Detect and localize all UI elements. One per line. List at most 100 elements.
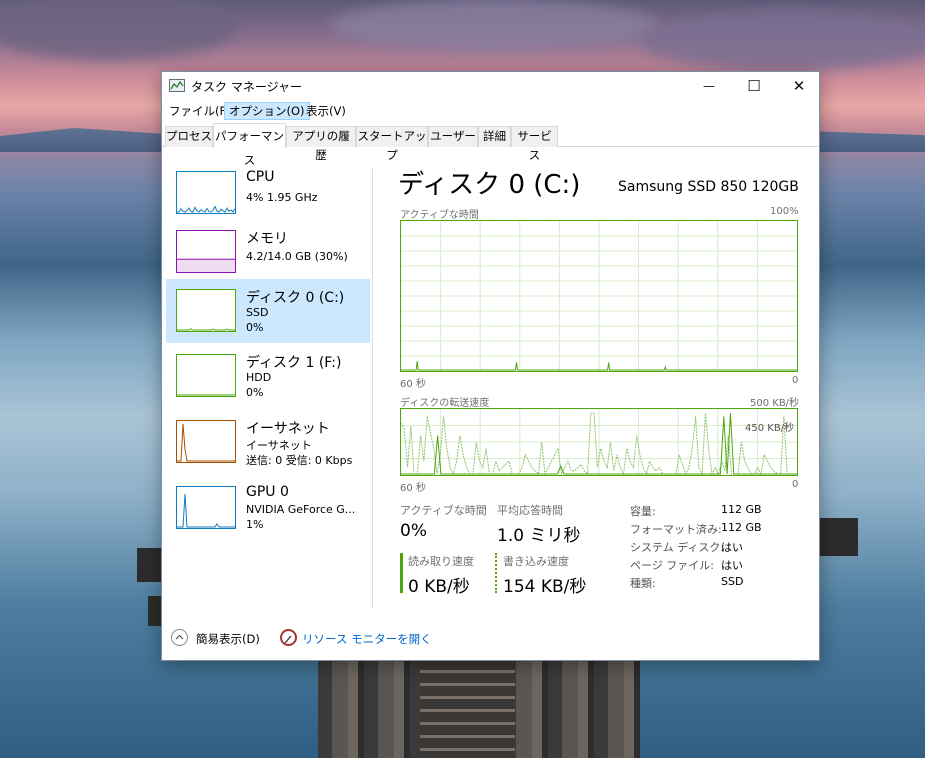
page-title: ディスク 0 (C:) [398, 170, 581, 200]
gpu-mini-graph [176, 486, 236, 529]
graph2-max: 500 KB/秒 [750, 398, 800, 409]
cloud [640, 10, 925, 70]
disk0-sparkline [177, 328, 235, 331]
gpu-model: NVIDIA GeForce G... [246, 503, 356, 516]
cpu-title: CPU [246, 169, 275, 185]
task-manager-window: タスク マネージャー — ☐ ✕ ファイル(F) オプション(O) 表示(V) … [161, 71, 820, 661]
chevron-up-icon[interactable] [171, 629, 188, 646]
graph2-x-left: 60 秒 [400, 483, 426, 494]
footer: 簡易表示(D) リソース モニターを開く [162, 622, 819, 658]
ethernet-throughput: 送信: 0 受信: 0 Kbps [246, 454, 353, 467]
cpu-usage: 4% 1.95 GHz [246, 191, 318, 204]
sidebar-item-cpu[interactable]: CPU 4% 1.95 GHz [166, 161, 370, 225]
sparkline-area [177, 259, 235, 272]
disk0-mini-graph [176, 289, 236, 332]
performance-sidebar: CPU 4% 1.95 GHz メモリ 4.2/14.0 GB (30%) ディ… [162, 149, 372, 609]
cpu-mini-graph [176, 171, 236, 214]
prop-page-file-label: ページ ファイル: [630, 559, 714, 572]
disk1-usage: 0% [246, 386, 264, 399]
memory-mini-graph [176, 230, 236, 273]
device-name: Samsung SSD 850 120GB [618, 179, 799, 195]
fewer-details-link[interactable]: 簡易表示(D) [196, 631, 260, 647]
sparkline-series [177, 423, 235, 462]
prop-system-disk-label: システム ディスク: [630, 541, 725, 554]
prop-page-file-value: はい [721, 559, 743, 572]
titlebar[interactable]: タスク マネージャー — ☐ ✕ [162, 72, 819, 100]
read-speed-label: 読み取り速度 [408, 555, 474, 568]
prop-type-value: SSD [721, 575, 744, 588]
sparkline-series [177, 205, 235, 213]
menu-options[interactable]: オプション(O) [224, 102, 310, 120]
avg-response-value: 1.0 ミリ秒 [497, 526, 581, 546]
ethernet-title: イーサネット [246, 421, 330, 437]
pier-steps [420, 660, 515, 758]
graph1-label: アクティブな時間 [400, 210, 479, 221]
task-manager-icon [169, 79, 185, 92]
maximize-button[interactable]: ☐ [731, 72, 777, 100]
tab-processes[interactable]: プロセス [165, 126, 213, 147]
resource-monitor-link[interactable]: リソース モニターを開く [302, 631, 432, 647]
gpu-sparkline [177, 493, 235, 528]
tab-details[interactable]: 詳細 [478, 126, 511, 147]
memory-title: メモリ [246, 231, 288, 247]
transfer-rate-graph: 450 KB/秒 [400, 408, 798, 476]
pier-post [820, 518, 858, 556]
prop-system-disk-value: はい [721, 541, 743, 554]
sidebar-item-ethernet[interactable]: イーサネット イーサネット 送信: 0 受信: 0 Kbps [166, 410, 370, 474]
disk1-type: HDD [246, 371, 272, 384]
transfer-rate-chart [401, 409, 797, 475]
prop-formatted-value: 112 GB [721, 521, 762, 534]
graph2-label: ディスクの転送速度 [400, 398, 490, 409]
sidebar-item-disk1[interactable]: ディスク 1 (F:) HDD 0% [166, 344, 370, 408]
minimize-button[interactable]: — [686, 72, 732, 100]
avg-response-label: 平均応答時間 [497, 504, 563, 517]
tab-performance[interactable]: パフォーマンス [213, 123, 286, 167]
prop-type-label: 種類: [630, 577, 656, 590]
read-speed-indicator [400, 553, 403, 593]
sparkline-series [177, 493, 235, 528]
disk0-usage: 0% [246, 321, 264, 334]
disk0-title: ディスク 0 (C:) [246, 290, 345, 306]
tab-users[interactable]: ユーザー [428, 126, 478, 147]
ethernet-adapter: イーサネット [246, 439, 312, 452]
resource-monitor-icon[interactable] [280, 629, 297, 646]
sidebar-item-memory[interactable]: メモリ 4.2/14.0 GB (30%) [166, 220, 370, 284]
graph2-x-right: 0 [792, 479, 799, 490]
sparkline-series [177, 328, 235, 331]
active-time-label: アクティブな時間 [400, 504, 487, 517]
tab-services[interactable]: サービス [511, 126, 558, 162]
prop-capacity-value: 112 GB [721, 503, 762, 516]
window-title: タスク マネージャー [191, 80, 302, 94]
disk1-title: ディスク 1 (F:) [246, 355, 342, 371]
disk0-type: SSD [246, 306, 269, 319]
sidebar-item-gpu[interactable]: GPU 0 NVIDIA GeForce G... 1% [166, 476, 370, 540]
graph1-max: 100% [770, 206, 799, 217]
graph2-secondary: 450 KB/秒 [745, 423, 795, 434]
sidebar-item-disk0[interactable]: ディスク 0 (C:) SSD 0% [166, 279, 370, 343]
cloud [330, 0, 660, 50]
close-button[interactable]: ✕ [776, 72, 822, 100]
tab-app-history[interactable]: アプリの履歴 [286, 126, 356, 162]
memory-sparkline [177, 258, 235, 272]
pier-post [148, 596, 162, 626]
ethernet-sparkline [177, 423, 235, 462]
active-time-chart [401, 221, 797, 371]
read-speed-value: 0 KB/秒 [408, 577, 470, 597]
tab-bar: プロセス パフォーマンス アプリの履歴 スタートアップ ユーザー 詳細 サービス [162, 123, 819, 167]
disk1-sparkline [177, 394, 235, 396]
graph1-x-right: 0 [792, 375, 799, 386]
cpu-sparkline [177, 205, 235, 213]
write-speed-indicator [495, 553, 497, 593]
prop-formatted-label: フォーマット済み: [630, 523, 722, 536]
active-time-graph [400, 220, 798, 372]
memory-usage: 4.2/14.0 GB (30%) [246, 250, 348, 263]
active-time-value: 0% [400, 521, 427, 541]
menu-view[interactable]: 表示(V) [302, 102, 350, 120]
prop-capacity-label: 容量: [630, 505, 656, 518]
panel-divider [372, 169, 373, 609]
menubar: ファイル(F) オプション(O) 表示(V) [162, 101, 819, 121]
tab-startup[interactable]: スタートアップ [356, 126, 428, 162]
ethernet-mini-graph [176, 420, 236, 463]
write-speed-label: 書き込み速度 [503, 555, 569, 568]
gpu-title: GPU 0 [246, 484, 289, 500]
